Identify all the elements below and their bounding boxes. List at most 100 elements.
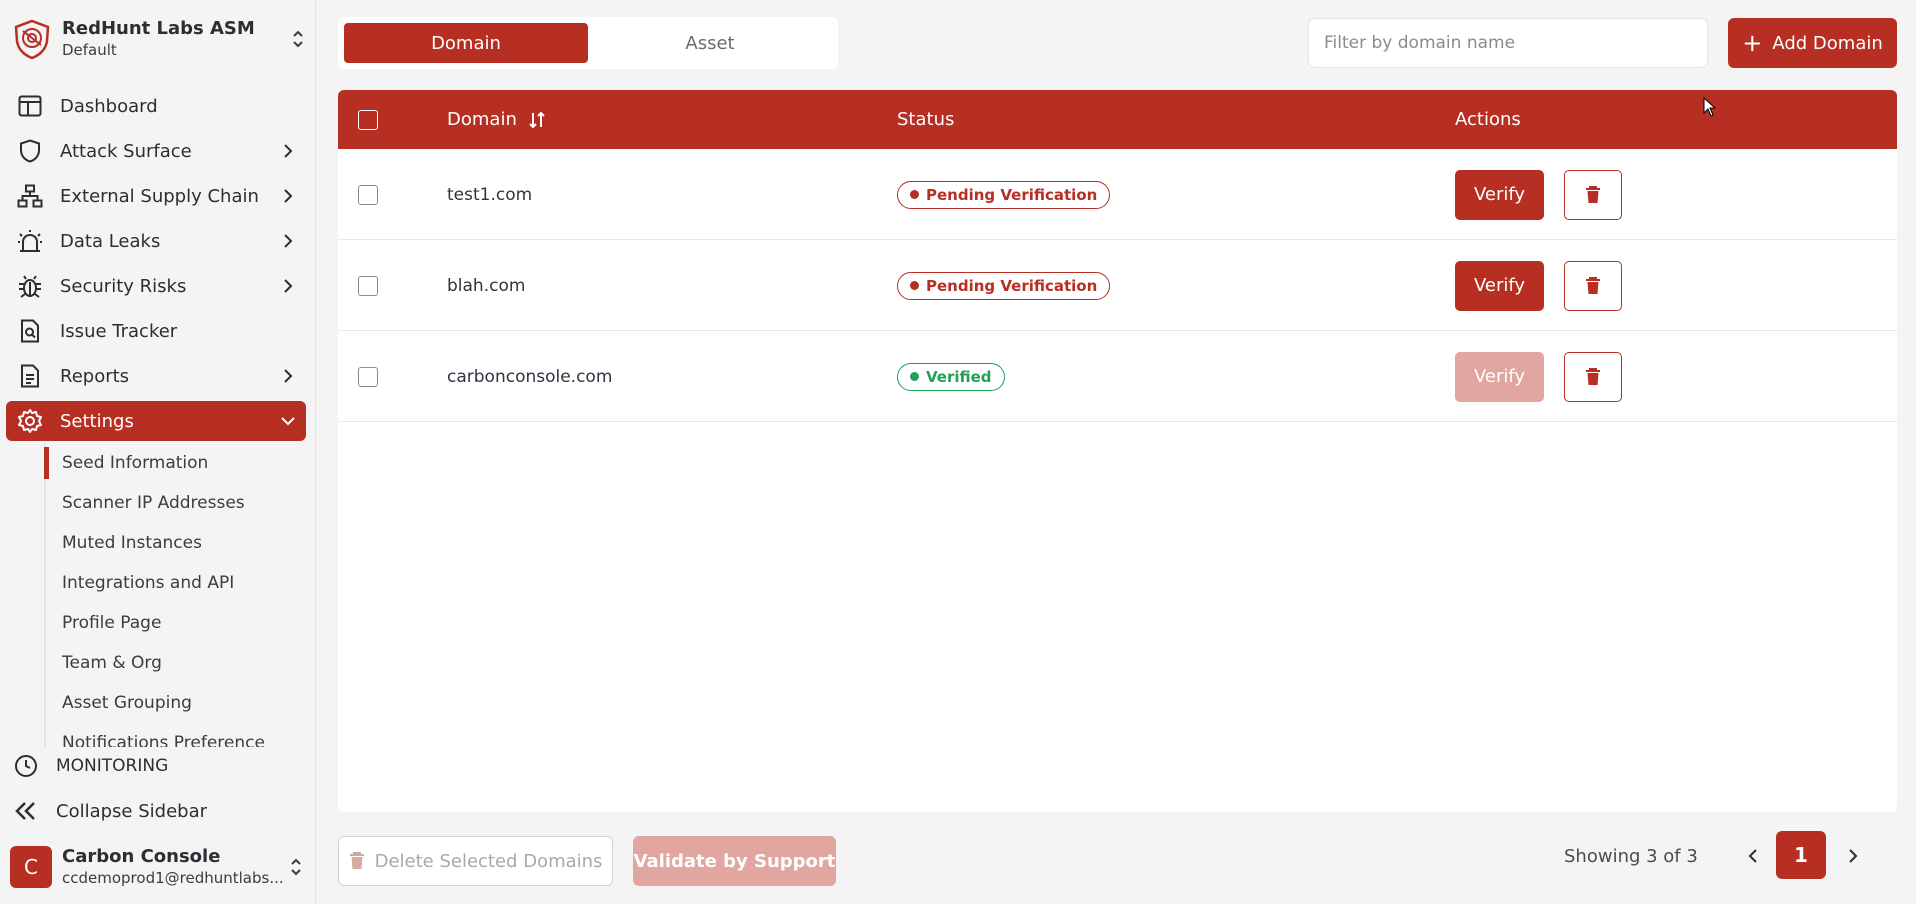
domain-header-label: Domain	[447, 109, 517, 130]
table-row: test1.com Pending Verification Verify	[338, 149, 1897, 240]
chevron-right-icon	[1849, 849, 1858, 863]
prev-page-button[interactable]	[1738, 836, 1768, 876]
sidebar-item-label: Reports	[60, 365, 130, 387]
row-checkbox[interactable]	[358, 184, 378, 205]
subnav-item-scanner-ip-addresses[interactable]: Scanner IP Addresses	[44, 483, 306, 523]
delete-domain-button[interactable]	[1564, 260, 1622, 311]
next-page-button[interactable]	[1838, 836, 1868, 876]
domain-cell: blah.com	[447, 275, 526, 296]
gear-icon	[16, 407, 44, 435]
avatar: C	[10, 846, 52, 888]
domain-cell: carbonconsole.com	[447, 366, 613, 387]
sidebar-item-reports[interactable]: Reports	[6, 356, 306, 396]
pagination-summary: Showing 3 of 3	[1564, 845, 1698, 867]
sidebar-item-attack-surface[interactable]: Attack Surface	[6, 131, 306, 171]
tab-asset[interactable]: Asset	[588, 23, 832, 63]
brand-title: RedHunt Labs ASM	[62, 18, 255, 39]
validate-by-support-button: Validate by Support	[633, 836, 836, 886]
view-tabs: Domain Asset	[338, 17, 838, 69]
chevron-left-icon	[1748, 849, 1757, 863]
domain-cell: test1.com	[447, 184, 533, 205]
sidebar-item-settings[interactable]: Settings	[6, 401, 306, 441]
add-domain-button[interactable]: + Add Domain	[1728, 18, 1897, 68]
plus-icon: +	[1742, 29, 1763, 57]
org-switcher[interactable]: RedHunt Labs ASM Default	[12, 14, 308, 64]
row-checkbox[interactable]	[358, 275, 378, 296]
mouse-cursor-icon	[1703, 96, 1717, 121]
chevron-right-icon	[280, 143, 296, 159]
chevron-updown-icon[interactable]	[288, 24, 308, 54]
alarm-icon	[16, 227, 44, 255]
chevron-right-icon	[280, 233, 296, 249]
sidebar-item-issue-tracker[interactable]: Issue Tracker	[6, 311, 306, 351]
sidebar: RedHunt Labs ASM Default Dashboard Attac…	[0, 0, 316, 904]
table-header: Domain Status Actions	[338, 90, 1897, 149]
table-row: carbonconsole.com Verified Verify	[338, 331, 1897, 422]
status-badge-label: Verified	[926, 367, 992, 386]
status-dot-icon	[910, 372, 919, 381]
status-dot-icon	[910, 281, 919, 290]
brand-subtitle: Default	[62, 41, 117, 59]
verify-button-disabled: Verify	[1455, 351, 1544, 402]
user-email: ccdemoprod1@redhuntlabs...	[62, 869, 284, 887]
trash-icon	[1586, 185, 1600, 203]
verify-button[interactable]: Verify	[1455, 169, 1544, 220]
status-badge-label: Pending Verification	[926, 276, 1098, 295]
trash-icon	[1586, 367, 1600, 385]
chevron-right-icon	[280, 188, 296, 204]
chevron-right-icon	[280, 278, 296, 294]
document-icon	[16, 362, 44, 390]
user-menu[interactable]: C Carbon Console ccdemoprod1@redhuntlabs…	[10, 842, 306, 892]
verify-button[interactable]: Verify	[1455, 260, 1544, 311]
status-badge-label: Pending Verification	[926, 185, 1098, 204]
subnav-item-integrations-and-api[interactable]: Integrations and API	[44, 563, 306, 603]
trash-icon	[349, 852, 365, 870]
chevrons-left-icon	[12, 797, 40, 825]
domain-column-header[interactable]: Domain	[447, 90, 547, 149]
sidebar-item-data-leaks[interactable]: Data Leaks	[6, 221, 306, 261]
subnav-item-seed-information[interactable]: Seed Information	[44, 443, 306, 483]
domain-filter-input[interactable]	[1308, 18, 1708, 68]
add-domain-label: Add Domain	[1772, 32, 1883, 54]
chevron-right-icon	[280, 368, 296, 384]
sidebar-nav: Dashboard Attack Surface External Supply…	[6, 86, 306, 446]
sidebar-item-label: Dashboard	[60, 95, 158, 117]
status-badge: Pending Verification	[897, 271, 1111, 300]
layout-icon	[16, 92, 44, 120]
trash-icon	[1586, 276, 1600, 294]
sort-icon[interactable]	[527, 110, 547, 130]
clock-icon	[12, 752, 40, 780]
sidebar-item-label: Settings	[60, 410, 134, 432]
bug-icon	[16, 272, 44, 300]
row-checkbox[interactable]	[358, 366, 378, 387]
sidebar-item-label: Attack Surface	[60, 140, 192, 162]
sidebar-item-monitoring[interactable]: MONITORING	[12, 746, 168, 786]
table-row: blah.com Pending Verification Verify	[338, 240, 1897, 331]
collapse-sidebar-button[interactable]: Collapse Sidebar	[12, 791, 207, 831]
delete-selected-label: Delete Selected Domains	[374, 850, 603, 872]
status-badge: Pending Verification	[897, 180, 1111, 209]
select-all-checkbox[interactable]	[358, 109, 378, 130]
subnav-item-asset-grouping[interactable]: Asset Grouping	[44, 683, 306, 723]
actions-column-header: Actions	[1455, 109, 1521, 130]
sidebar-item-label: MONITORING	[56, 756, 169, 776]
page-1-button[interactable]: 1	[1776, 831, 1826, 879]
sidebar-item-external-supply-chain[interactable]: External Supply Chain	[6, 176, 306, 216]
tab-domain[interactable]: Domain	[344, 23, 588, 63]
subnav-item-muted-instances[interactable]: Muted Instances	[44, 523, 306, 563]
status-badge: Verified	[897, 362, 1005, 391]
sidebar-item-label: External Supply Chain	[60, 185, 259, 207]
subnav-item-notifications-preference[interactable]: Notifications Preference	[44, 723, 306, 747]
settings-subnav: Seed Information Scanner IP Addresses Mu…	[44, 443, 306, 747]
delete-domain-button[interactable]	[1564, 169, 1622, 220]
delete-domain-button[interactable]	[1564, 351, 1622, 402]
subnav-item-team-org[interactable]: Team & Org	[44, 643, 306, 683]
sidebar-item-label: Data Leaks	[60, 230, 161, 252]
chevron-updown-icon[interactable]	[286, 852, 306, 882]
subnav-item-profile-page[interactable]: Profile Page	[44, 603, 306, 643]
user-name: Carbon Console	[62, 846, 221, 867]
network-icon	[16, 182, 44, 210]
delete-selected-domains-button: Delete Selected Domains	[338, 836, 613, 886]
sidebar-item-dashboard[interactable]: Dashboard	[6, 86, 306, 126]
sidebar-item-security-risks[interactable]: Security Risks	[6, 266, 306, 306]
